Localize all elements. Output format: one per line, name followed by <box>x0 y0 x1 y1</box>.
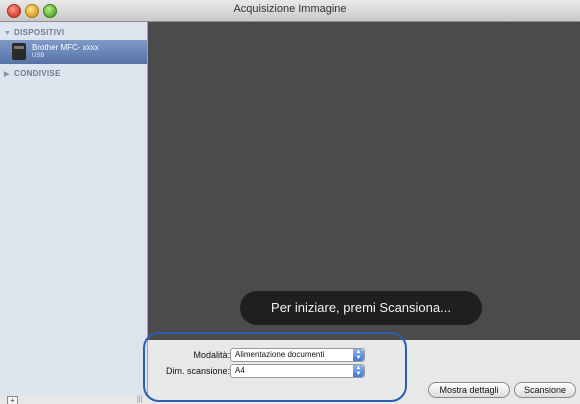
title-bar: Acquisizione Immagine <box>0 0 580 22</box>
section-shared-label: CONDIVISE <box>14 69 61 78</box>
start-message: Per iniziare, premi Scansiona... <box>240 291 482 325</box>
section-devices-label: DISPOSITIVI <box>14 28 65 37</box>
scanner-window: Acquisizione Immagine ▼ DISPOSITIVI Broth… <box>0 0 580 404</box>
plus-icon[interactable]: + <box>7 396 18 404</box>
window-title: Acquisizione Immagine <box>233 3 347 15</box>
scan-button[interactable]: Scansione <box>514 382 576 398</box>
printer-icon <box>12 43 26 60</box>
device-name: Brother MFC- xxxx <box>32 43 99 52</box>
details-button[interactable]: Mostra dettagli <box>428 382 510 398</box>
highlight-ring <box>143 332 407 402</box>
preview-area: Per iniziare, premi Scansiona... <box>148 22 580 340</box>
sidebar-item-device[interactable]: Brother MFC- xxxx USB <box>0 40 147 64</box>
disclosure-open-icon[interactable]: ▼ <box>4 30 14 37</box>
sidebar-footer: + ||| <box>0 396 147 404</box>
section-shared[interactable]: ▶ CONDIVISE <box>4 69 61 78</box>
sidebar: ▼ DISPOSITIVI Brother MFC- xxxx USB ▶ COND… <box>0 22 148 404</box>
device-connection: USB <box>32 53 45 59</box>
resize-grip-icon[interactable]: ||| <box>137 396 142 403</box>
disclosure-closed-icon[interactable]: ▶ <box>4 70 14 78</box>
section-devices[interactable]: ▼ DISPOSITIVI <box>4 28 64 37</box>
